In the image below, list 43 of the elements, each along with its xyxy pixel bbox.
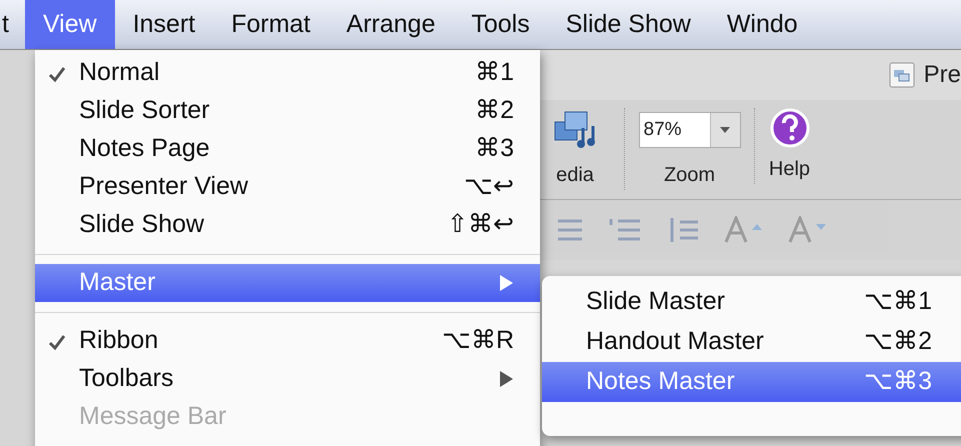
numbered-list-icon (608, 217, 642, 243)
menu-item[interactable]: Presenter View ⌥↩ (35, 168, 540, 206)
menu-bar-item[interactable]: t (0, 0, 25, 49)
shortcut-label: ⌘1 (475, 57, 514, 88)
help-icon[interactable] (770, 108, 810, 148)
menu-item[interactable]: Notes Master ⌥⌘3 (542, 362, 961, 402)
submenu-arrow-icon (498, 274, 514, 292)
shortcut-label: ⌥↩ (464, 171, 514, 202)
menu-item[interactable]: Normal ⌘1 (35, 54, 540, 92)
menu-item[interactable]: Toolbars (35, 360, 540, 398)
menu-bar-item[interactable]: Slide Show (548, 0, 709, 49)
zoom-field[interactable]: 87% (638, 112, 740, 148)
menu-bar-item[interactable]: Tools (453, 0, 548, 49)
menu-item[interactable]: Handout Master ⌥⌘2 (542, 322, 961, 362)
font-grow-icon (724, 216, 764, 244)
menu-bar-item[interactable]: Insert (114, 0, 214, 49)
media-label: edia (556, 163, 594, 188)
window-title: Pre (924, 60, 961, 90)
dropdown-arrow-icon (720, 127, 730, 133)
checkmark-icon (47, 64, 67, 84)
help-label: Help (768, 157, 810, 182)
menu-bar-item[interactable]: View (24, 0, 115, 49)
menu-item[interactable]: Notes Page ⌘3 (35, 130, 540, 168)
shortcut-label: ⌥⌘R (442, 325, 514, 356)
menu-item[interactable]: Master (35, 264, 540, 302)
document-icon (888, 61, 916, 89)
shortcut-label: ⌥⌘2 (864, 326, 932, 358)
submenu-arrow-icon (498, 370, 514, 388)
menu-bar-item[interactable]: Arrange (328, 0, 454, 49)
shortcut-label: ⌘2 (475, 95, 514, 126)
menu-item[interactable]: Slide Show ⇧⌘↩ (35, 206, 540, 244)
menu-item[interactable]: Ribbon ⌥⌘R (35, 322, 540, 360)
font-shrink-icon (788, 216, 828, 244)
shortcut-label: ⇧⌘↩ (447, 209, 514, 240)
menu-bar-item[interactable]: Format (213, 0, 328, 49)
menu-item[interactable]: Slide Master ⌥⌘1 (542, 282, 961, 322)
checkmark-icon (47, 332, 67, 352)
shortcut-label: ⌥⌘3 (864, 366, 932, 398)
menu-item[interactable]: Slide Sorter ⌘2 (35, 92, 540, 130)
menu-bar-item[interactable]: Windo (708, 0, 816, 49)
zoom-label: Zoom (664, 163, 716, 188)
shortcut-label: ⌘3 (475, 133, 514, 164)
shortcut-label: ⌥⌘1 (864, 286, 932, 318)
